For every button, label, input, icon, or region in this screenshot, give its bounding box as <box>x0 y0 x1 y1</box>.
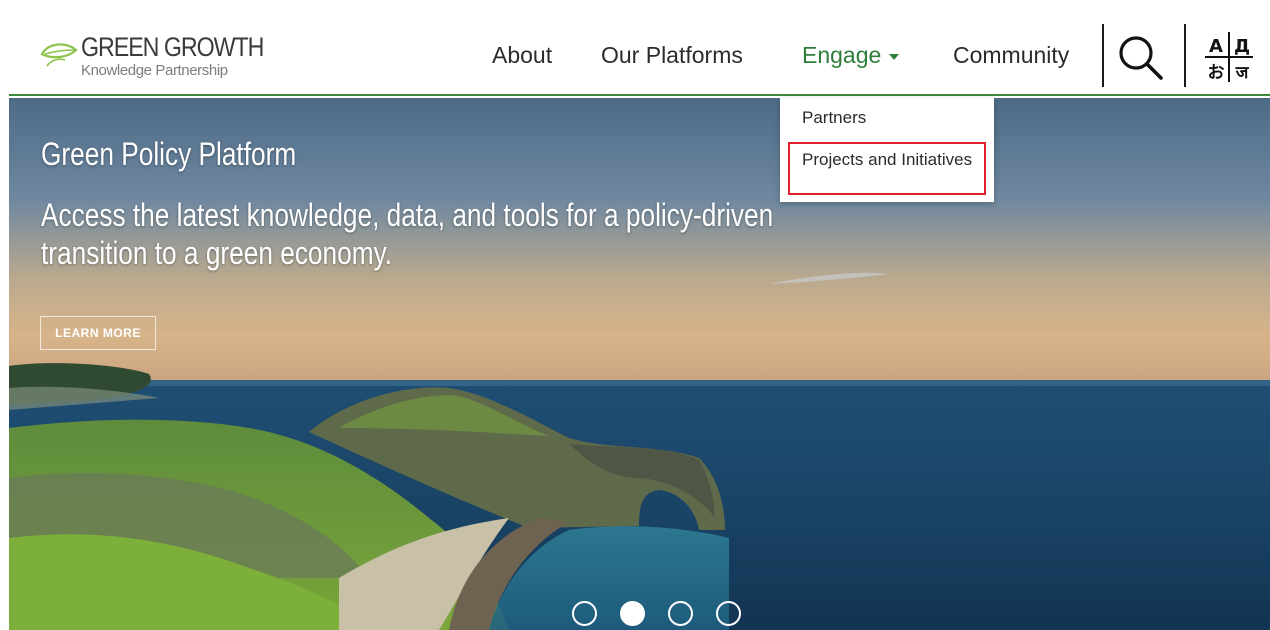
engage-dropdown-menu: Partners Projects and Initiatives <box>780 98 994 202</box>
caret-down-icon <box>889 53 900 60</box>
menu-item-partners[interactable]: Partners <box>802 106 866 130</box>
logo-subtitle: Knowledge Partnership <box>81 62 228 79</box>
nav-engage-label: Engage <box>802 42 882 68</box>
lang-glyph-hiragana: お <box>1208 63 1225 83</box>
nav-divider <box>1102 24 1104 87</box>
lang-glyph-a: A <box>1209 36 1223 57</box>
nav-about[interactable]: About <box>492 42 552 69</box>
carousel-dot-2[interactable] <box>620 601 645 626</box>
nav-engage[interactable]: Engage <box>802 42 900 69</box>
site-header: GREEN GROWTH Knowledge Partnership About… <box>9 16 1270 96</box>
nav-our-platforms[interactable]: Our Platforms <box>601 42 743 69</box>
page: GREEN GROWTH Knowledge Partnership About… <box>9 16 1270 630</box>
lang-glyph-cyrillic: Д <box>1234 36 1250 57</box>
hero-banner: Green Policy Platform Access the latest … <box>9 98 1270 630</box>
menu-item-projects-and-initiatives[interactable]: Projects and Initiatives <box>788 142 986 195</box>
nav-divider <box>1184 24 1186 87</box>
search-button[interactable] <box>1116 34 1170 80</box>
hero-subtitle: Access the latest knowledge, data, and t… <box>41 197 774 271</box>
carousel-dot-4[interactable] <box>716 601 741 626</box>
site-logo[interactable]: GREEN GROWTH Knowledge Partnership <box>39 30 279 82</box>
hero-title: Green Policy Platform <box>41 136 297 172</box>
magnifier-icon <box>1119 36 1163 80</box>
carousel-dot-3[interactable] <box>668 601 693 626</box>
logo-title: GREEN GROWTH <box>81 32 264 62</box>
language-switch-button[interactable]: A Д お ज <box>1199 28 1259 86</box>
hero-landscape-image <box>9 98 1270 630</box>
language-switch-icon: A Д お ज <box>1205 32 1253 83</box>
carousel-dot-1[interactable] <box>572 601 597 626</box>
nav-community[interactable]: Community <box>953 42 1069 69</box>
lang-glyph-devanagari: ज <box>1235 63 1250 83</box>
learn-more-button[interactable]: LEARN MORE <box>40 316 156 350</box>
leaf-logo-icon <box>40 43 78 67</box>
